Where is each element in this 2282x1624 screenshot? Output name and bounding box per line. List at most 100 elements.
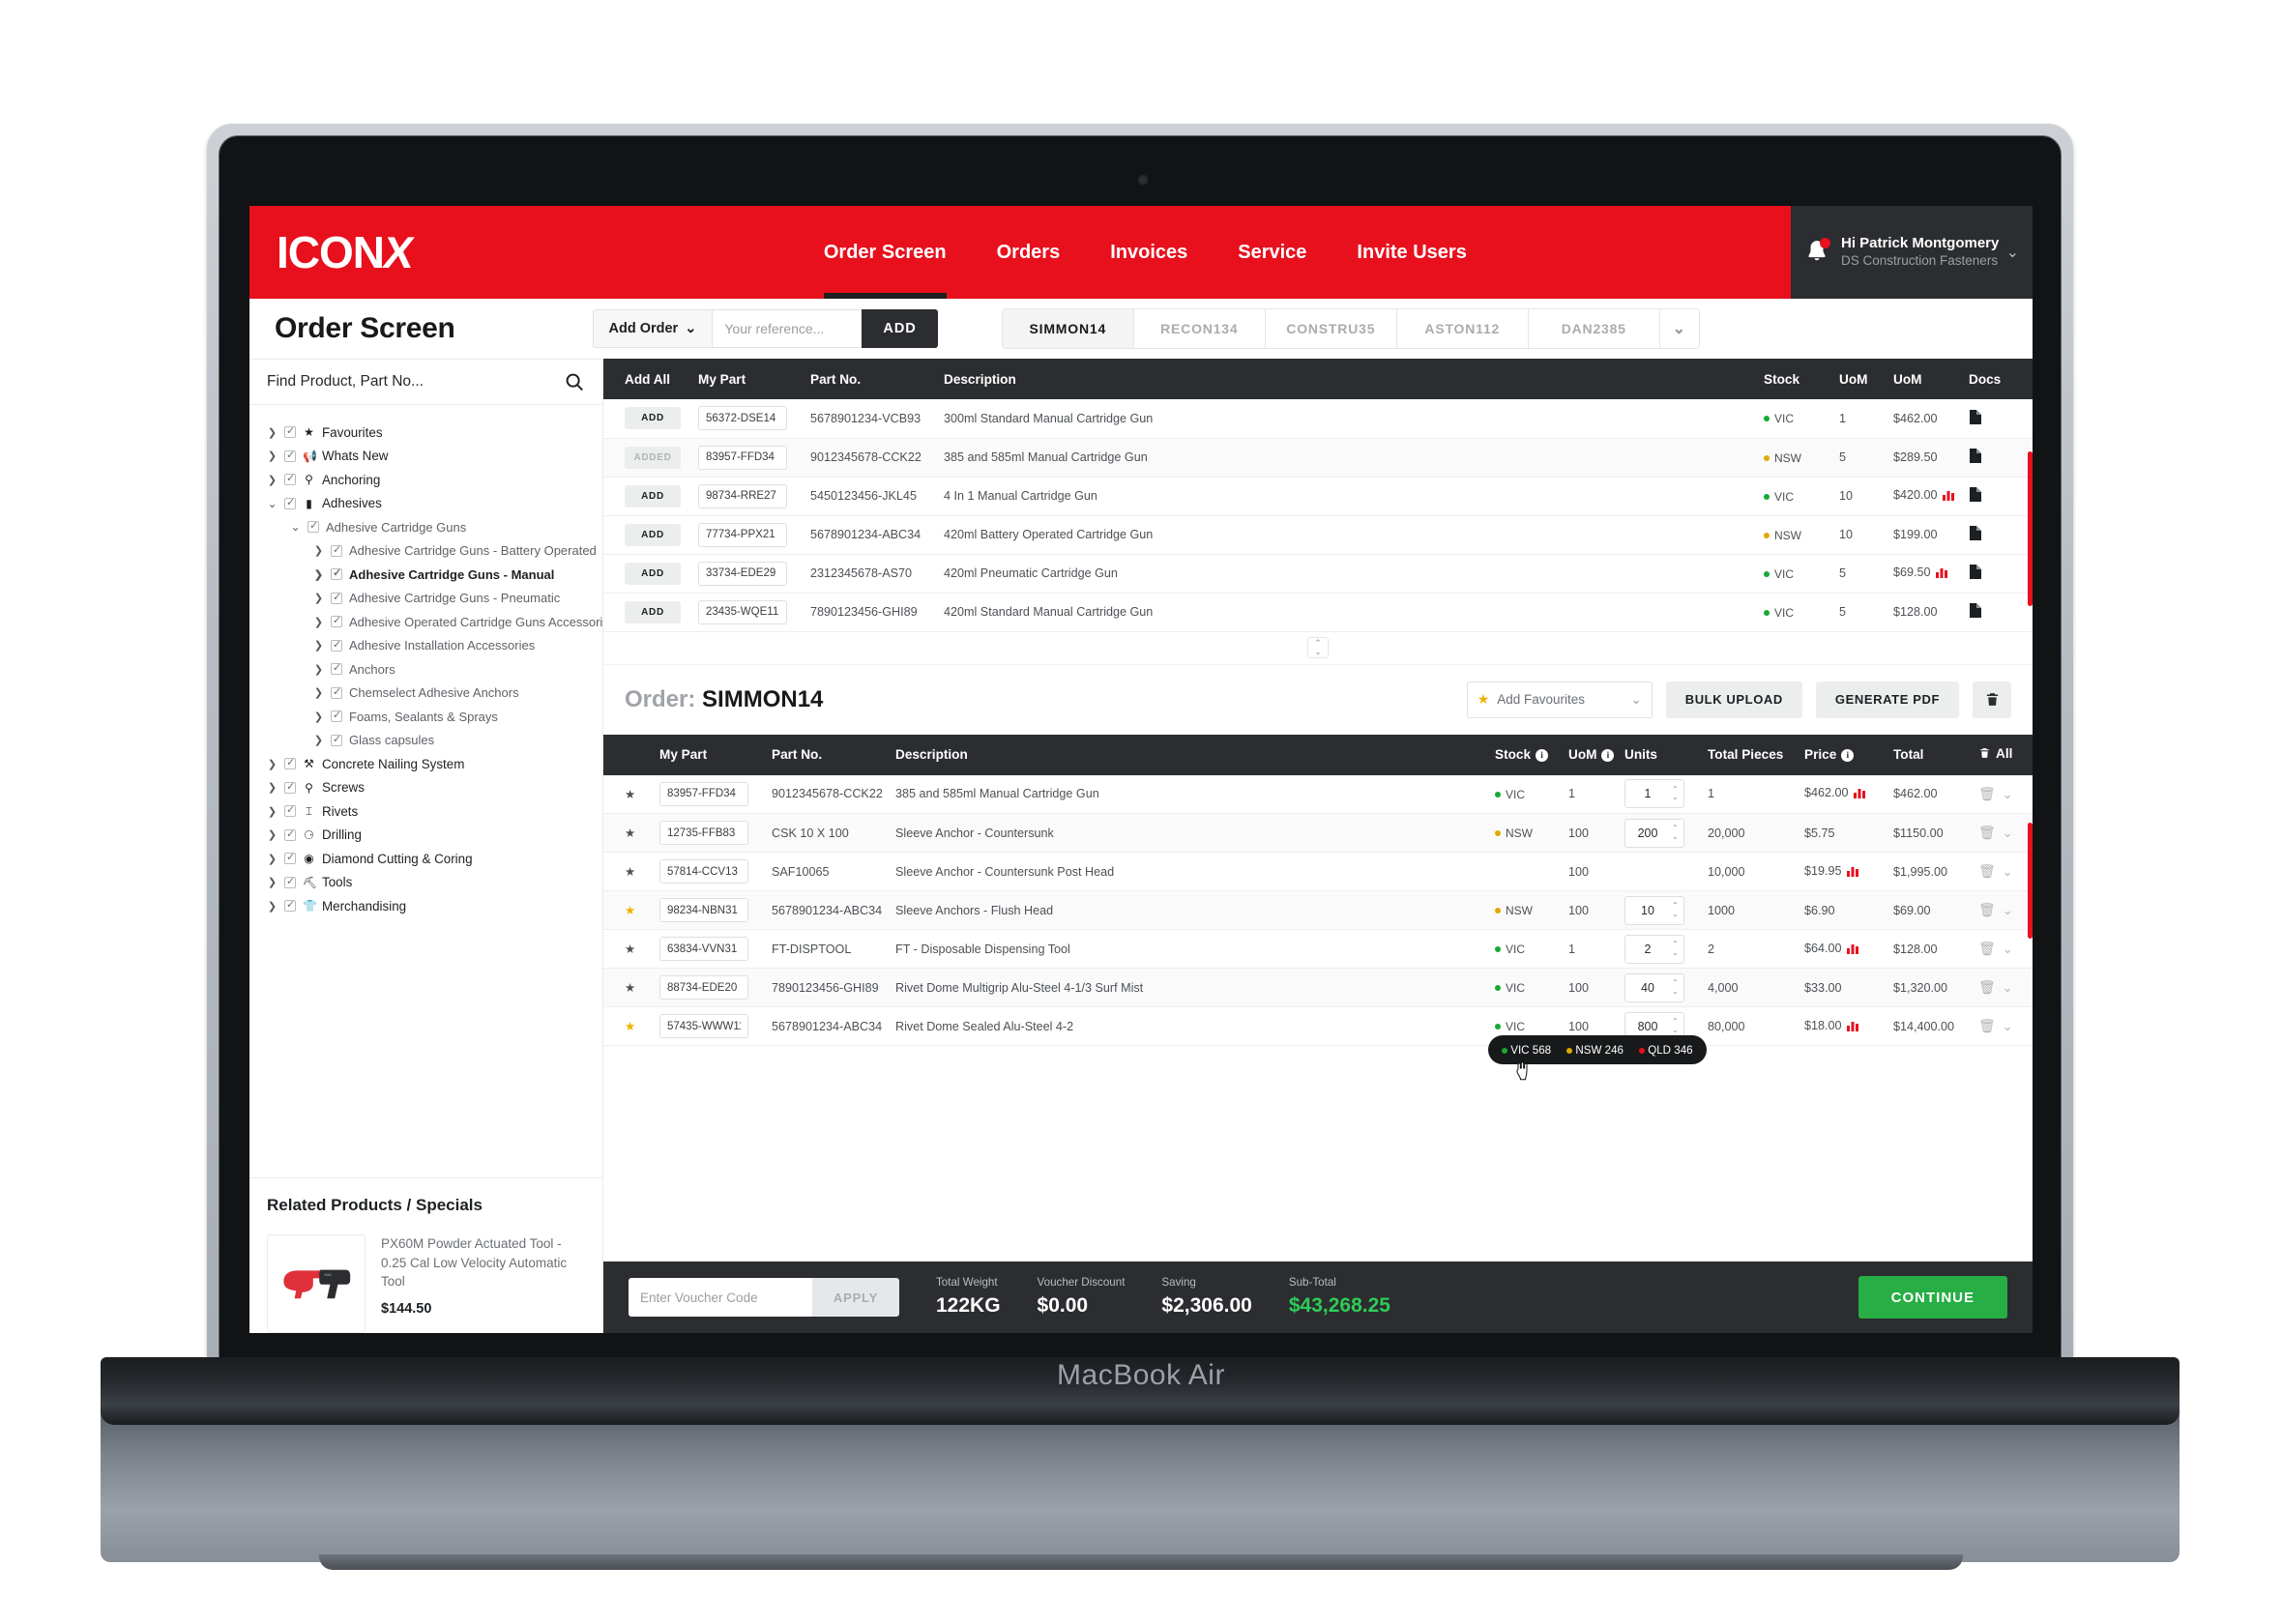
chevron-right-icon[interactable]: ❯ [313, 639, 324, 652]
cell-stock[interactable] [1489, 852, 1563, 891]
delete-order-button[interactable] [1973, 681, 2011, 718]
generate-pdf-button[interactable]: GENERATE PDF [1815, 681, 1959, 718]
my-part-input[interactable] [698, 483, 787, 508]
panel-collapse-handle[interactable]: ⌃ ⌄ [603, 632, 2033, 665]
my-part-input[interactable] [659, 898, 748, 922]
expand-row-icon[interactable]: ⌄ [2003, 980, 2013, 995]
favourite-star-icon[interactable]: ★ [603, 1006, 654, 1046]
delete-row-icon[interactable]: 🗑 [1978, 941, 1996, 956]
document-icon[interactable] [1969, 565, 1981, 579]
tree-item-whats-new[interactable]: ❯ 📢 Whats New [249, 445, 602, 469]
chevron-right-icon[interactable]: ❯ [313, 734, 324, 746]
cell-stock[interactable]: NSW [1489, 890, 1563, 930]
my-part-input[interactable] [659, 1014, 748, 1038]
tree-checkbox[interactable] [331, 614, 342, 628]
scrollbar-thumb-order[interactable] [2028, 823, 2033, 939]
order-tab-constru35[interactable]: CONSTRU35 [1265, 309, 1397, 348]
tree-item-concrete-nailing-system[interactable]: ❯ ⚒ Concrete Nailing System [249, 752, 602, 776]
chevron-down-icon[interactable]: ⌄ [2006, 243, 2019, 262]
chevron-right-icon[interactable]: ❯ [267, 805, 278, 818]
stepper-arrows[interactable]: ⌃ ⌄ [1670, 824, 1683, 841]
add-button[interactable]: ADD [625, 562, 681, 585]
related-product-card[interactable]: PX60M Powder Actuated Tool - 0.25 Cal Lo… [267, 1234, 585, 1333]
tree-checkbox[interactable] [331, 543, 342, 557]
expand-row-icon[interactable]: ⌄ [2003, 1019, 2013, 1033]
expand-row-icon[interactable]: ⌄ [2003, 826, 2013, 840]
units-stepper[interactable]: 10 ⌃ ⌄ [1624, 895, 1684, 925]
voucher-input[interactable] [629, 1278, 812, 1317]
iconx-logo[interactable]: ICONX [277, 226, 417, 278]
add-button[interactable]: ADD [862, 309, 938, 348]
tree-checkbox[interactable] [284, 449, 296, 462]
delete-row-icon[interactable]: 🗑 [1978, 825, 1996, 840]
tree-checkbox[interactable] [331, 638, 342, 652]
chevron-right-icon[interactable]: ❯ [267, 876, 278, 888]
chevron-right-icon[interactable]: ❯ [313, 544, 324, 557]
favourite-star-icon[interactable]: ★ [603, 813, 654, 853]
units-stepper[interactable]: 2 ⌃ ⌄ [1624, 934, 1684, 964]
my-part-input[interactable] [659, 859, 748, 884]
favourite-star-icon[interactable]: ★ [603, 968, 654, 1007]
my-part-input[interactable] [698, 445, 787, 470]
tree-item-tools[interactable]: ❯ ⛏ Tools [249, 871, 602, 895]
nav-item-invite-users[interactable]: Invite Users [1357, 206, 1466, 299]
cell-stock[interactable]: VIC [1758, 399, 1833, 439]
price-history-icon[interactable] [1846, 1020, 1859, 1034]
chevron-right-icon[interactable]: ❯ [267, 900, 278, 913]
product-search[interactable] [249, 359, 602, 405]
delete-row-icon[interactable]: 🗑 [1978, 863, 1996, 879]
notification-bell-icon[interactable] [1804, 238, 1830, 266]
stepper-arrows[interactable]: ⌃ ⌄ [1670, 1017, 1683, 1034]
cell-stock[interactable]: VIC [1758, 477, 1833, 516]
price-history-icon[interactable] [1853, 787, 1866, 801]
user-menu[interactable]: Hi Patrick Montgomery DS Construction Fa… [1791, 206, 2033, 299]
tree-checkbox[interactable] [284, 851, 296, 865]
units-stepper[interactable]: 40 ⌃ ⌄ [1624, 972, 1684, 1002]
nav-item-order-screen[interactable]: Order Screen [823, 206, 947, 299]
chevron-right-icon[interactable]: ❯ [313, 710, 324, 723]
tree-item-foams-sealants-sprays[interactable]: ❯ Foams, Sealants & Sprays [249, 705, 602, 729]
col-add-all[interactable]: Add All [603, 359, 692, 399]
favourite-star-icon[interactable]: ★ [603, 929, 654, 969]
tree-checkbox[interactable] [284, 424, 296, 439]
chevron-down-icon[interactable]: ⌄ [290, 520, 301, 534]
delete-row-icon[interactable]: 🗑 [1978, 1018, 1996, 1033]
expand-row-icon[interactable]: ⌄ [2003, 903, 2013, 917]
add-order-dropdown[interactable]: Add Order ⌄ [592, 309, 713, 348]
tree-item-anchoring[interactable]: ❯ ⚲ Anchoring [249, 468, 602, 492]
continue-button[interactable]: CONTINUE [1858, 1276, 2007, 1319]
favourite-star-icon[interactable]: ★ [603, 890, 654, 930]
order-tab-recon134[interactable]: RECON134 [1133, 309, 1266, 348]
add-button[interactable]: ADD [625, 600, 681, 624]
tree-item-chemselect-adhesive-anchors[interactable]: ❯ Chemselect Adhesive Anchors [249, 682, 602, 706]
tree-item-merchandising[interactable]: ❯ 👕 Merchandising [249, 894, 602, 918]
add-button[interactable]: ADD [625, 523, 681, 546]
delete-row-icon[interactable]: 🗑 [1978, 786, 1996, 801]
price-history-icon[interactable] [1942, 489, 1955, 504]
reference-input[interactable] [712, 309, 863, 348]
chevron-right-icon[interactable]: ❯ [267, 474, 278, 486]
order-tab-aston112[interactable]: ASTON112 [1396, 309, 1529, 348]
document-icon[interactable] [1969, 526, 1981, 540]
chevron-down-icon[interactable]: ⌄ [267, 497, 278, 510]
tree-item-adhesive-cartridge-guns-pneumatic[interactable]: ❯ Adhesive Cartridge Guns - Pneumatic [249, 587, 602, 611]
tree-checkbox[interactable] [284, 875, 296, 888]
chevron-right-icon[interactable]: ❯ [313, 616, 324, 628]
tree-item-adhesive-cartridge-guns-manual[interactable]: ❯ Adhesive Cartridge Guns - Manual [249, 563, 602, 587]
price-history-icon[interactable] [1935, 566, 1948, 581]
order-tab-dan2385[interactable]: DAN2385 [1528, 309, 1660, 348]
document-icon[interactable] [1969, 449, 1981, 463]
cell-stock[interactable]: VIC [1489, 774, 1563, 814]
info-icon[interactable]: i [1536, 749, 1549, 763]
document-icon[interactable] [1969, 603, 1981, 618]
cell-stock[interactable]: NSW [1758, 515, 1833, 555]
cell-stock[interactable]: VIC [1758, 554, 1833, 594]
order-tab-simmon14[interactable]: SIMMON14 [1002, 309, 1134, 348]
chevron-right-icon[interactable]: ❯ [267, 450, 278, 462]
my-part-input[interactable] [698, 522, 787, 547]
tree-checkbox[interactable] [331, 591, 342, 604]
tree-checkbox[interactable] [331, 733, 342, 746]
nav-item-service[interactable]: Service [1238, 206, 1306, 299]
bulk-upload-button[interactable]: BULK UPLOAD [1665, 681, 1802, 718]
col-delete-all[interactable]: All [1973, 734, 2033, 775]
